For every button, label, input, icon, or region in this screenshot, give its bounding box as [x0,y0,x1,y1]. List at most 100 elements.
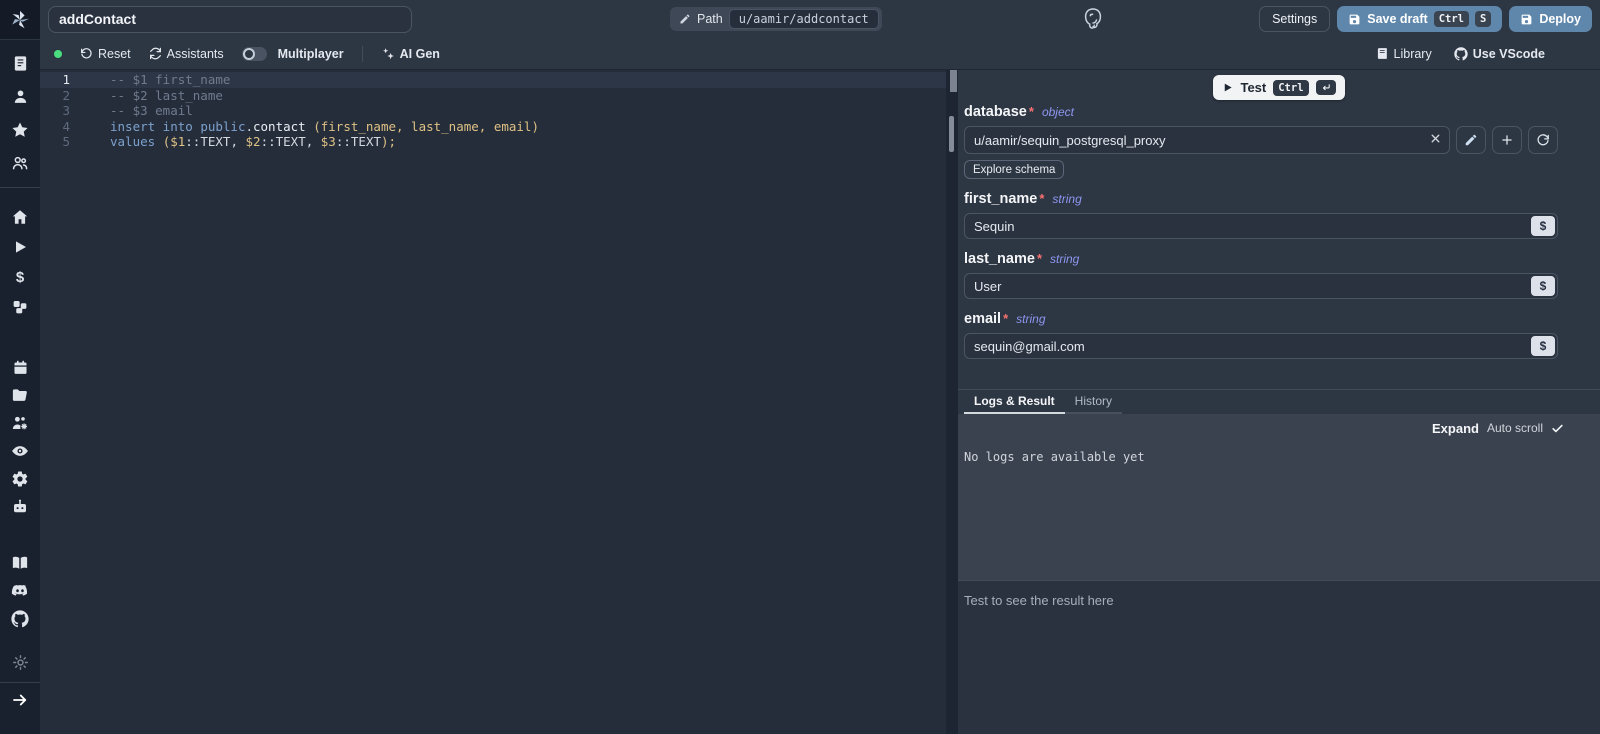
sparkles-icon [381,47,395,61]
panel-splitter[interactable] [946,70,958,734]
code-comment: -- $1 first_name [110,72,230,87]
eye-icon[interactable] [0,437,40,465]
library-label: Library [1394,47,1432,61]
deploy-label: Deploy [1539,12,1581,26]
refresh-resource-button[interactable] [1528,126,1558,154]
settings-button[interactable]: Settings [1259,6,1330,32]
field-type-label: object [1042,105,1074,119]
splitter-drag-handle[interactable] [949,116,954,152]
check-icon [1551,422,1564,435]
expand-button[interactable]: Expand [1432,421,1479,436]
star-icon[interactable] [0,113,40,146]
test-label: Test [1240,80,1266,95]
github-icon[interactable] [0,605,40,633]
code-editor[interactable]: 1 -- $1 first_name 2 -- $2 last_name 3 -… [40,70,946,734]
add-resource-button[interactable] [1492,126,1522,154]
path-pill[interactable]: Path u/aamir/addcontact [670,7,882,31]
field-name-email: email [964,311,1001,327]
clear-icon[interactable] [1429,132,1442,145]
refresh-icon [149,47,162,60]
windmill-logo[interactable] [0,0,40,40]
code-line[interactable]: 2 -- $2 last_name [40,88,946,104]
result-pane: Test to see the result here [958,580,1600,734]
script-name-input[interactable] [48,6,412,33]
code-line[interactable]: 4 insert into public.contact (first_name… [40,119,946,135]
edit-resource-button[interactable] [1456,126,1486,154]
editor-scrollbar-thumb[interactable] [950,70,957,92]
book-open-icon[interactable] [0,549,40,577]
sun-theme-icon[interactable] [0,648,40,676]
calendar-icon[interactable] [0,353,40,381]
bot-icon[interactable] [0,493,40,521]
top-header: Path u/aamir/addcontact Settings Save dr… [40,0,1600,38]
blocks-icon[interactable] [0,292,40,322]
test-button[interactable]: Test Ctrl [1213,75,1344,100]
line-number: 4 [40,119,86,135]
code-line[interactable]: 3 -- $3 email [40,103,946,119]
code-line[interactable]: 5 values ($1::TEXT, $2::TEXT, $3::TEXT); [40,134,946,150]
save-icon [1348,13,1361,26]
auto-scroll-toggle[interactable]: Auto scroll [1487,421,1543,435]
path-value: u/aamir/addcontact [729,9,879,29]
assistants-button[interactable]: Assistants [149,47,224,61]
sidebar-divider [0,682,40,683]
notebook-icon[interactable] [0,47,40,80]
field-name-database: database [964,104,1027,120]
run-panel: Test Ctrl database * object [958,70,1600,734]
home-icon[interactable] [0,202,40,232]
tab-history[interactable]: History [1065,390,1122,414]
rotate-ccw-icon [80,47,93,60]
play-icon[interactable] [0,232,40,262]
variable-picker-button[interactable]: $ [1531,216,1555,236]
pencil-icon [679,13,691,25]
field-type-label: string [1050,252,1079,266]
multiplayer-toggle-group: Multiplayer [242,47,344,61]
play-icon [1222,82,1233,93]
reset-button[interactable]: Reset [80,47,131,61]
multiplayer-toggle[interactable] [242,47,267,61]
user-icon[interactable] [0,80,40,113]
save-draft-button[interactable]: Save draft Ctrl S [1337,6,1502,32]
save-icon [1520,13,1533,26]
dollar-icon[interactable]: $ [0,262,40,292]
use-vscode-label: Use VScode [1473,47,1545,61]
sidebar-divider [0,187,40,188]
assistants-label: Assistants [167,47,224,61]
code-line[interactable]: 1 -- $1 first_name [40,72,946,88]
library-button[interactable]: Library [1376,47,1432,61]
no-logs-message: No logs are available yet [964,450,1564,464]
first-name-input[interactable] [964,213,1558,239]
field-name-last-name: last_name [964,251,1035,267]
use-vscode-button[interactable]: Use VScode [1454,47,1545,61]
arrow-right-icon[interactable] [0,686,40,714]
kbd-s: S [1475,11,1491,27]
rotate-cw-icon [1536,133,1550,147]
email-input[interactable] [964,333,1558,359]
line-number: 1 [40,72,86,88]
settings-gear-icon[interactable] [0,465,40,493]
field-type-label: string [1016,312,1045,326]
tab-logs-result[interactable]: Logs & Result [964,390,1065,414]
explore-schema-button[interactable]: Explore schema [964,160,1064,179]
settings-label: Settings [1272,12,1317,26]
required-mark: * [1039,191,1044,206]
editor-toolbar: Reset Assistants Multiplayer AI Gen Libr… [40,38,1600,70]
multiplayer-label: Multiplayer [278,47,344,61]
line-number: 2 [40,88,86,104]
status-dot [54,50,62,58]
line-number: 5 [40,134,86,150]
app-sidebar: $ [0,0,40,734]
last-name-input[interactable] [964,273,1558,299]
users-gear-icon[interactable] [0,409,40,437]
discord-icon[interactable] [0,577,40,605]
database-input[interactable] [964,126,1450,154]
users-icon[interactable] [0,146,40,179]
variable-picker-button[interactable]: $ [1531,276,1555,296]
kbd-ctrl: Ctrl [1434,11,1469,27]
postgresql-icon [1081,6,1105,31]
variable-picker-button[interactable]: $ [1531,336,1555,356]
ai-gen-button[interactable]: AI Gen [381,47,440,61]
deploy-button[interactable]: Deploy [1509,6,1592,32]
book-icon [1376,47,1389,60]
folder-open-icon[interactable] [0,381,40,409]
